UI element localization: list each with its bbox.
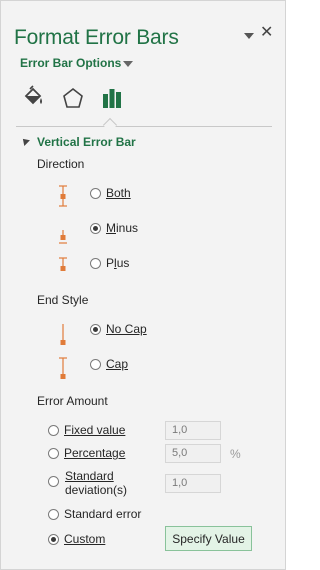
tab-divider — [16, 126, 272, 127]
end-style-label: End Style — [37, 293, 89, 307]
fixed-value-input[interactable]: 1,0 — [165, 421, 221, 440]
standard-deviation-input[interactable]: 1,0 — [165, 474, 221, 493]
format-error-bars-pane: Format Error Bars ✕ Error Bar Options Ve… — [0, 0, 286, 570]
standard-deviation-radio[interactable] — [48, 476, 64, 487]
tab-selection-pointer — [102, 117, 118, 133]
custom-radio[interactable]: Custom — [48, 532, 105, 546]
effects-icon[interactable] — [58, 83, 88, 113]
radio-button[interactable] — [90, 187, 101, 199]
fixed-value-label: Fixed value — [64, 423, 126, 437]
no-cap-icon — [60, 324, 66, 345]
direction-both-radio[interactable]: Both — [90, 186, 131, 200]
end-style-cap-radio[interactable]: Cap — [90, 357, 128, 371]
standard-error-label: Standard error — [64, 507, 142, 521]
end-style-no-cap-radio[interactable]: No Cap — [90, 322, 147, 336]
plus-error-bar-icon — [59, 257, 67, 271]
error-bar-options-menu[interactable]: Error Bar Options — [20, 56, 121, 70]
specify-value-button[interactable]: Specify Value — [165, 526, 252, 551]
radio-button[interactable] — [90, 257, 101, 269]
radio-button[interactable] — [48, 533, 59, 545]
direction-plus-radio[interactable]: Plus — [90, 256, 129, 270]
radio-button[interactable] — [90, 323, 101, 335]
chevron-down-icon[interactable] — [123, 61, 133, 67]
percent-unit: % — [230, 447, 241, 461]
minus-error-bar-icon — [59, 230, 67, 244]
radio-button[interactable] — [48, 447, 59, 459]
collapse-caret-icon[interactable] — [20, 136, 30, 146]
vertical-error-bar-section[interactable]: Vertical Error Bar — [37, 135, 136, 149]
percentage-input[interactable]: 5,0 — [165, 444, 221, 463]
direction-label: Direction — [37, 157, 85, 171]
both-error-bar-icon — [59, 185, 67, 207]
fill-line-icon[interactable] — [19, 83, 49, 113]
no-cap-label: No Cap — [106, 322, 147, 336]
pane-options-dropdown-icon[interactable] — [244, 33, 254, 39]
error-bar-options-icon[interactable] — [97, 83, 127, 113]
radio-button[interactable] — [48, 476, 59, 487]
radio-button[interactable] — [48, 424, 59, 436]
radio-button[interactable] — [90, 358, 101, 370]
percentage-radio[interactable]: Percentage — [48, 446, 125, 460]
direction-plus-label: Plus — [106, 256, 130, 270]
cap-icon — [59, 357, 67, 379]
percentage-label: Percentage — [64, 446, 126, 460]
direction-minus-label: Minus — [106, 221, 139, 235]
cap-label: Cap — [106, 357, 129, 371]
fixed-value-radio[interactable]: Fixed value — [48, 423, 125, 437]
radio-button[interactable] — [48, 508, 59, 520]
standard-error-radio[interactable]: Standard error — [48, 507, 141, 521]
direction-minus-radio[interactable]: Minus — [90, 221, 138, 235]
direction-both-label: Both — [106, 186, 131, 200]
standard-deviation-label: Standard deviation(s) — [65, 469, 128, 497]
close-icon[interactable]: ✕ — [260, 25, 273, 41]
radio-button[interactable] — [90, 222, 101, 234]
error-amount-label: Error Amount — [37, 394, 108, 408]
pane-title: Format Error Bars — [14, 26, 179, 49]
custom-label: Custom — [64, 532, 106, 546]
